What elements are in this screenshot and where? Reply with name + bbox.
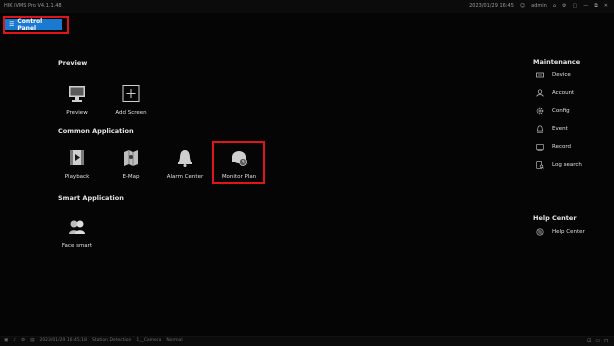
sidebar-item-config-label: Config <box>552 108 570 114</box>
app-e-map[interactable]: E-Map <box>104 148 158 188</box>
datetime-label: 2023/01/29 16:45 <box>469 3 514 9</box>
status-bar: ▣ ♪ ⚙ ▤ 2023/01/29 16:45:18 Station Dete… <box>0 336 614 346</box>
sidebar-item-help-center-label: Help Center <box>552 229 585 235</box>
status-bar-right: ⊡ ▭ ⊓ <box>587 338 608 344</box>
common-application-heading: Common Application <box>58 127 134 135</box>
device-icon <box>536 72 544 78</box>
fullscreen-icon[interactable]: ⊡ <box>587 338 591 344</box>
sidebar-item-device[interactable]: Device <box>536 70 571 80</box>
log-search-icon <box>536 161 544 169</box>
app-playback-label: Playback <box>64 174 90 180</box>
user-label[interactable]: admin <box>531 3 547 9</box>
preview-heading: Preview <box>58 59 88 67</box>
smart-application-heading: Smart Application <box>58 194 124 202</box>
alarm-bell-icon <box>178 150 192 167</box>
app-e-map-label: E-Map <box>122 174 140 180</box>
control-panel-icon: ☰ <box>9 21 15 28</box>
app-playback[interactable]: Playback <box>50 148 104 188</box>
sidebar-item-event[interactable]: Event <box>536 124 568 134</box>
settings-icon[interactable]: ⚙ <box>562 3 566 9</box>
app-preview-label: Preview <box>66 110 88 116</box>
gear-icon <box>536 107 544 115</box>
status-sound-icon[interactable]: ♪ <box>13 338 16 343</box>
app-face-smart-label: Face smart <box>61 243 93 249</box>
status-state: Normal <box>166 338 183 343</box>
title-bar-right: 2023/01/29 16:45 ☺ admin ⌂ ⚙ ▢ — ⧉ ✕ <box>469 3 608 9</box>
event-icon <box>536 125 544 133</box>
title-bar: HIK iVMS Pro V4.1.1.48 2023/01/29 16:45 … <box>0 0 614 13</box>
app-alarm-center-label: Alarm Center <box>166 174 204 180</box>
status-settings-icon[interactable]: ⚙ <box>21 338 25 343</box>
status-station: Station Detection <box>92 338 132 343</box>
status-bar-left: ▣ ♪ ⚙ ▤ 2023/01/29 16:45:18 Station Dete… <box>4 338 183 343</box>
face-smart-icon <box>69 220 85 234</box>
app-monitor-plan-label: Monitor Plan <box>221 174 257 180</box>
home-icon[interactable]: ⌂ <box>553 3 556 9</box>
app-alarm-center[interactable]: Alarm Center <box>158 148 212 188</box>
sidebar-item-device-label: Device <box>552 72 571 78</box>
app-add-screen-label: Add Screen <box>115 110 147 116</box>
window-title: HIK iVMS Pro V4.1.1.48 <box>4 3 62 9</box>
layout-icon[interactable]: ▭ <box>595 338 600 344</box>
maintenance-heading: Maintenance <box>533 58 581 66</box>
sidebar-item-config[interactable]: Config <box>536 106 570 116</box>
tab-control-panel-label: Control Panel <box>17 17 43 32</box>
screen-icon[interactable]: ▢ <box>572 3 577 9</box>
sidebar-item-event-label: Event <box>552 126 568 132</box>
sidebar-item-record[interactable]: Record <box>536 142 571 152</box>
help-icon <box>536 228 544 236</box>
monitor-icon <box>69 86 85 102</box>
add-screen-icon <box>122 85 140 102</box>
status-alarm-icon[interactable]: ▣ <box>4 338 8 343</box>
help-center-heading: Help Center <box>533 214 577 222</box>
map-icon <box>124 150 138 166</box>
monitor-plan-icon <box>232 151 247 166</box>
sidebar-item-log-search[interactable]: Log search <box>536 160 582 170</box>
app-add-screen[interactable]: Add Screen <box>104 84 158 124</box>
account-icon <box>536 89 544 97</box>
app-face-smart[interactable]: Face smart <box>50 217 104 257</box>
sidebar-item-help-center[interactable]: Help Center <box>536 227 585 237</box>
sidebar-item-log-search-label: Log search <box>552 162 582 168</box>
app-preview[interactable]: Preview <box>50 84 104 124</box>
status-datetime: 2023/01/29 16:45:18 <box>39 338 88 343</box>
playback-icon <box>70 150 84 165</box>
restore-icon[interactable]: ⧉ <box>594 3 598 9</box>
app-monitor-plan[interactable]: Monitor Plan <box>212 148 266 188</box>
minimize-icon[interactable]: — <box>583 3 588 9</box>
sidebar-item-account[interactable]: Account <box>536 88 574 98</box>
status-camera: 1__Camera <box>136 338 162 343</box>
user-icon[interactable]: ☺ <box>520 3 525 9</box>
status-screen-icon[interactable]: ▤ <box>30 338 34 343</box>
sidebar-item-account-label: Account <box>552 90 575 96</box>
sidebar-item-record-label: Record <box>552 144 572 150</box>
close-icon[interactable]: ✕ <box>604 3 608 9</box>
record-icon <box>536 144 544 151</box>
tab-control-panel[interactable]: ☰ Control Panel <box>5 17 62 32</box>
lock-icon[interactable]: ⊓ <box>604 338 608 344</box>
